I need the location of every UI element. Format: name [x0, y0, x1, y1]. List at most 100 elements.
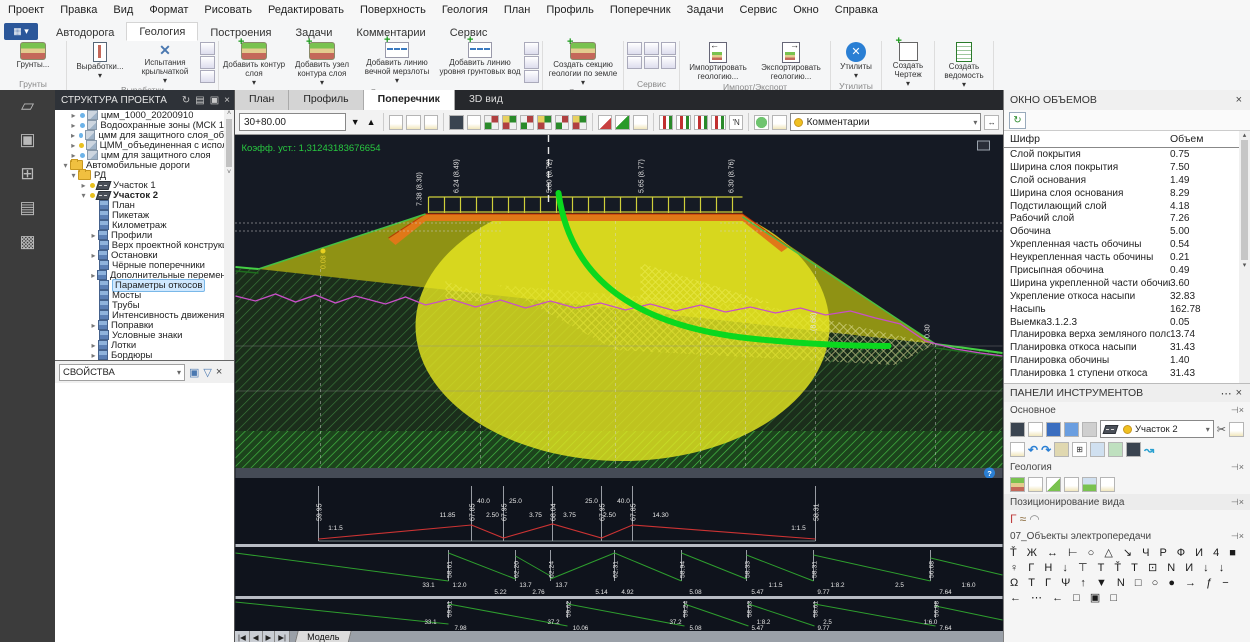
close-icon[interactable]: ×: [1239, 531, 1244, 541]
tree-item[interactable]: Условные знаки: [55, 330, 234, 340]
create-geology-section-button[interactable]: Создать секцию геологии по земле▾: [546, 42, 620, 87]
scrollbar-thumb[interactable]: [1241, 140, 1248, 260]
table-row[interactable]: Укрепление откоса насыпи32.83: [1004, 290, 1250, 303]
add-layer-contour-button[interactable]: Добавить контур слоя▾: [222, 42, 286, 87]
add-contour-node-button[interactable]: Добавить узел контура слоя▾: [288, 42, 356, 87]
mini-tool-icon[interactable]: [200, 42, 215, 55]
redo-icon[interactable]: ↷: [1041, 444, 1051, 456]
menu-draw[interactable]: Рисовать: [196, 2, 260, 18]
expander-icon[interactable]: ▸: [79, 181, 88, 190]
close-icon[interactable]: ×: [1239, 497, 1244, 507]
mini-tool-icon[interactable]: [524, 56, 539, 69]
expander-icon[interactable]: ▸: [69, 121, 78, 130]
select-objects-icon[interactable]: ▣: [189, 366, 199, 379]
tree-item[interactable]: ▸Водоохранные зоны (МСК 165): [55, 120, 234, 130]
tree-item[interactable]: Мосты: [55, 290, 234, 300]
filter-funnel-icon[interactable]: ▽: [203, 366, 211, 379]
table-scrollbar[interactable]: ▴▾: [1239, 131, 1250, 383]
tree-scrollbar[interactable]: ˄˅: [224, 110, 234, 360]
table-row[interactable]: Ширина слоя покрытия7.50: [1004, 161, 1250, 174]
column-header-value[interactable]: Объем: [1170, 133, 1230, 145]
table-row[interactable]: Обочина5.00: [1004, 225, 1250, 238]
close-icon[interactable]: ×: [216, 366, 222, 378]
chart-tool-icon[interactable]: [659, 115, 674, 130]
service-tool-icon[interactable]: [627, 56, 642, 69]
visibility-icon[interactable]: [79, 133, 83, 138]
expander-icon[interactable]: ▸: [69, 141, 77, 150]
service-tool-icon[interactable]: [661, 42, 676, 55]
volumes-table-icon[interactable]: [772, 115, 787, 130]
cut-icon[interactable]: ✂: [1217, 423, 1226, 436]
first-sheet-button[interactable]: |◀: [235, 631, 250, 642]
new-document-icon[interactable]: [1028, 422, 1043, 437]
table-row[interactable]: Планировка верха земляного полотна13.74: [1004, 328, 1250, 341]
geology-tool-icon[interactable]: [1046, 477, 1061, 492]
canvas-divider[interactable]: [236, 468, 1003, 478]
pin-icon[interactable]: ⊣: [1231, 497, 1239, 508]
visibility-icon[interactable]: [90, 193, 95, 198]
expander-icon[interactable]: ▸: [69, 111, 78, 120]
expander-icon[interactable]: ▸: [89, 341, 98, 350]
filter-icon[interactable]: ▤: [195, 95, 204, 106]
tree-item[interactable]: ▸Бордюры: [55, 350, 234, 360]
create-drawing-button[interactable]: Создать Чертеж▾: [885, 42, 931, 88]
undo-icon[interactable]: ↶: [1028, 444, 1038, 456]
soils-button[interactable]: Грунты...: [3, 42, 63, 70]
templates-icon[interactable]: [633, 115, 648, 130]
menu-view[interactable]: Вид: [105, 2, 141, 18]
screenshot-icon[interactable]: [1010, 422, 1025, 437]
save-all-icon[interactable]: [1064, 422, 1079, 437]
service-tool-icon[interactable]: [661, 56, 676, 69]
geology-tool-icon[interactable]: [1064, 477, 1079, 492]
mini-tool-icon[interactable]: [200, 56, 215, 69]
save-icon[interactable]: [1046, 422, 1061, 437]
mini-tool-icon[interactable]: [524, 42, 539, 55]
app-menu-button[interactable]: ▦ ▾: [4, 23, 38, 40]
create-report-button[interactable]: Создать ведомость▾: [938, 42, 990, 89]
layer-toggle-icon[interactable]: [502, 115, 517, 130]
layer-toggle-icon[interactable]: [520, 115, 535, 130]
chart-tool-icon[interactable]: [694, 115, 709, 130]
menu-format[interactable]: Формат: [141, 2, 196, 18]
close-icon[interactable]: ×: [1239, 462, 1244, 472]
geology-tool-icon[interactable]: [1010, 477, 1025, 492]
comments-combobox[interactable]: Комментарии ▾: [790, 113, 982, 131]
expander-icon[interactable]: ▸: [89, 231, 98, 240]
chart-tool-icon[interactable]: [711, 115, 726, 130]
scrollbar-thumb[interactable]: [226, 119, 232, 167]
tree-item[interactable]: ▸цмм для защитного слоя_объедин: [55, 130, 234, 140]
tree-item[interactable]: ▸Остановки: [55, 250, 234, 260]
expander-icon[interactable]: ▸: [89, 251, 98, 260]
plan-position-icon[interactable]: Γ: [1010, 512, 1017, 526]
next-sheet-button[interactable]: ▶: [263, 631, 276, 642]
tree-item[interactable]: План: [55, 200, 234, 210]
menu-modify[interactable]: Редактировать: [260, 2, 352, 18]
pin-icon[interactable]: ⊣: [1231, 405, 1239, 416]
menu-project[interactable]: Проект: [0, 2, 52, 18]
table-row[interactable]: Подстилающий слой4.18: [1004, 200, 1250, 213]
section-position-icon[interactable]: ◠: [1029, 512, 1039, 526]
properties-selector[interactable]: СВОЙСТВА▾: [59, 364, 185, 381]
table-row[interactable]: Слой покрытия0.75: [1004, 148, 1250, 161]
tree-item[interactable]: Пикетаж: [55, 210, 234, 220]
service-tool-icon[interactable]: [644, 56, 659, 69]
ribbon-tab-tasks[interactable]: Задачи: [283, 24, 344, 41]
fit-width-icon[interactable]: ↔: [984, 115, 999, 130]
viewport-tool-icon[interactable]: [978, 141, 990, 150]
dock-list-icon[interactable]: ▤: [19, 198, 35, 218]
table-row[interactable]: Укрепленная часть обочины0.54: [1004, 238, 1250, 251]
quick-link-icon[interactable]: ↝: [1144, 444, 1154, 456]
close-icon[interactable]: ×: [1239, 405, 1244, 415]
tree-item[interactable]: ▾Участок 2: [55, 190, 234, 200]
save-cross-section-icon[interactable]: [424, 115, 439, 130]
layer-toggle-icon[interactable]: [572, 115, 587, 130]
export-geology-button[interactable]: → Экспортировать геологию...: [755, 42, 827, 82]
pin-icon[interactable]: ⊣: [1231, 462, 1239, 473]
profile-position-icon[interactable]: ≈: [1020, 512, 1027, 526]
layer-toggle-icon[interactable]: [484, 115, 499, 130]
print-icon[interactable]: [1082, 422, 1097, 437]
tree-item[interactable]: ▸Лотки: [55, 340, 234, 350]
active-route-combobox[interactable]: Участок 2 ▾: [1100, 420, 1214, 438]
station-input[interactable]: 30+80.00: [239, 113, 346, 131]
collapse-icon[interactable]: ▣: [210, 95, 219, 106]
